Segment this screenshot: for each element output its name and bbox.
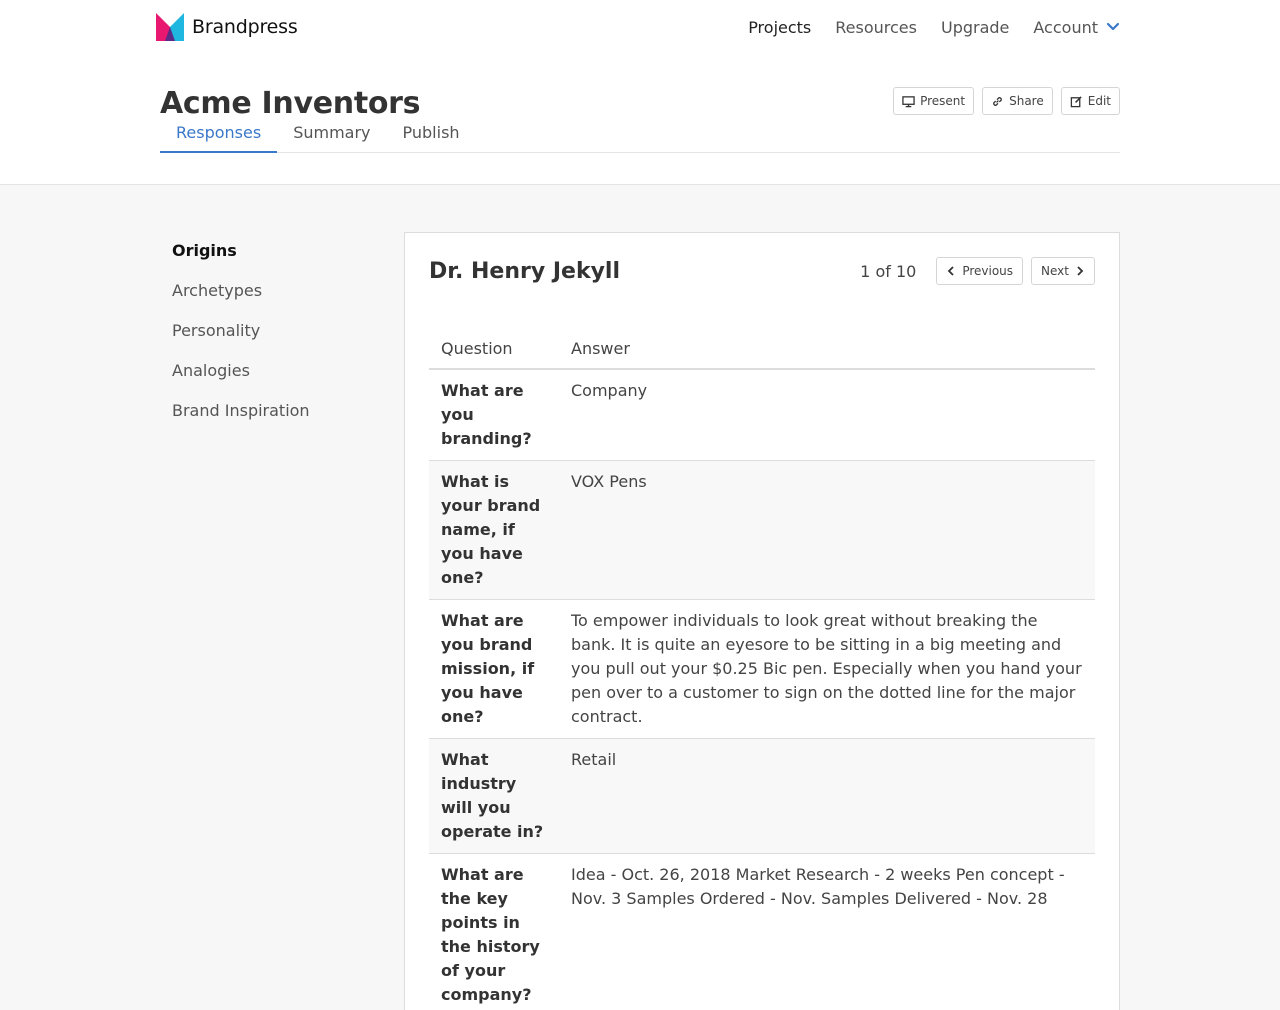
next-label: Next	[1041, 264, 1069, 278]
response-card: Dr. Henry Jekyll 1 of 10 Previous Next Q…	[404, 232, 1120, 1010]
tab-responses[interactable]: Responses	[160, 120, 278, 153]
main-content: Origins Archetypes Personality Analogies…	[160, 185, 1120, 1010]
edit-icon	[1070, 95, 1082, 107]
answer-cell: To empower individuals to look great wit…	[559, 599, 1095, 739]
brand[interactable]: Brandpress	[156, 13, 298, 41]
brand-name: Brandpress	[192, 16, 298, 38]
answer-cell: VOX Pens	[559, 460, 1095, 600]
previous-label: Previous	[962, 264, 1014, 278]
table-row: What are the key points in the history o…	[429, 853, 1095, 1010]
share-label: Share	[1009, 94, 1044, 108]
chevron-right-icon	[1077, 266, 1084, 276]
sidebar-item-brand-inspiration[interactable]: Brand Inspiration	[172, 401, 404, 441]
question-cell: What is your brand name, if you have one…	[429, 460, 559, 600]
pager: 1 of 10 Previous Next	[860, 257, 1095, 285]
nav-account[interactable]: Account	[1033, 18, 1120, 37]
nav-links: Projects Resources Upgrade Account	[724, 18, 1120, 37]
question-cell: What are you brand mission, if you have …	[429, 599, 559, 739]
column-header-question: Question	[429, 339, 559, 370]
answer-cell: Idea - Oct. 26, 2018 Market Research - 2…	[559, 853, 1095, 1010]
tab-bar: Responses Summary Publish	[160, 120, 1120, 153]
page-actions: Present Share Edit	[885, 87, 1120, 115]
responses-table: Question Answer What are you branding? C…	[429, 339, 1095, 1010]
respondent-name: Dr. Henry Jekyll	[429, 258, 620, 284]
section-sidebar: Origins Archetypes Personality Analogies…	[160, 232, 404, 1010]
present-label: Present	[920, 94, 966, 108]
column-header-answer: Answer	[559, 339, 1095, 370]
table-row: What are you branding? Company	[429, 369, 1095, 461]
navbar: Brandpress Projects Resources Upgrade Ac…	[156, 0, 1120, 54]
page-title: Acme Inventors	[160, 85, 421, 121]
monitor-icon	[902, 95, 915, 107]
nav-account-label: Account	[1033, 17, 1098, 37]
top-header: Brandpress Projects Resources Upgrade Ac…	[0, 0, 1280, 185]
chevron-down-icon	[1106, 22, 1120, 31]
nav-upgrade[interactable]: Upgrade	[941, 18, 1009, 37]
table-row: What are you brand mission, if you have …	[429, 599, 1095, 739]
nav-projects[interactable]: Projects	[748, 18, 811, 37]
next-button[interactable]: Next	[1031, 257, 1095, 285]
page-counter: 1 of 10	[860, 261, 917, 281]
table-header-row: Question Answer	[429, 339, 1095, 370]
question-cell: What industry will you operate in?	[429, 738, 559, 854]
present-button[interactable]: Present	[893, 87, 975, 115]
question-cell: What are you branding?	[429, 369, 559, 461]
tab-summary[interactable]: Summary	[277, 120, 386, 153]
edit-button[interactable]: Edit	[1060, 87, 1120, 115]
tab-publish[interactable]: Publish	[387, 120, 476, 153]
sidebar-item-personality[interactable]: Personality	[172, 321, 404, 361]
answer-cell: Company	[559, 369, 1095, 461]
sidebar-item-analogies[interactable]: Analogies	[172, 361, 404, 401]
response-header: Dr. Henry Jekyll 1 of 10 Previous Next	[429, 257, 1095, 285]
table-row: What industry will you operate in? Retai…	[429, 738, 1095, 854]
share-button[interactable]: Share	[982, 87, 1053, 115]
chevron-left-icon	[948, 266, 954, 276]
brandpress-logo-icon	[156, 13, 184, 41]
question-cell: What are the key points in the history o…	[429, 853, 559, 1010]
table-row: What is your brand name, if you have one…	[429, 460, 1095, 600]
link-icon	[993, 96, 1003, 106]
sidebar-item-origins[interactable]: Origins	[172, 241, 404, 281]
sidebar-item-archetypes[interactable]: Archetypes	[172, 281, 404, 321]
nav-resources[interactable]: Resources	[835, 18, 917, 37]
previous-button[interactable]: Previous	[936, 257, 1024, 285]
edit-label: Edit	[1087, 94, 1111, 108]
answer-cell: Retail	[559, 738, 1095, 854]
